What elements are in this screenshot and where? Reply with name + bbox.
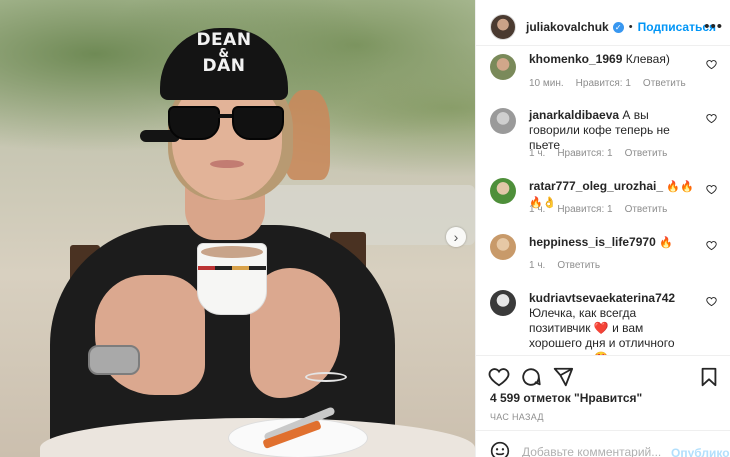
ellipsis-icon[interactable]: ••• [704, 18, 723, 35]
comment-likes[interactable]: Нравится: 1 [576, 78, 631, 89]
bookmark-icon[interactable] [698, 366, 720, 388]
comment-username[interactable]: heppiness_is_life7970 [529, 235, 656, 249]
comment-time: 1 ч. [529, 148, 546, 159]
heart-icon[interactable] [706, 184, 717, 195]
heart-icon[interactable] [706, 240, 717, 251]
comment-username[interactable]: janarkaldibaeva [529, 108, 619, 122]
comment-content: Клевая) [625, 52, 670, 66]
comment-username[interactable]: khomenko_1969 [529, 52, 622, 66]
comment-avatar[interactable] [490, 54, 516, 80]
lens-left [168, 106, 220, 140]
comments-list[interactable]: khomenko_1969 Клевая) 10 мин. Нравится: 1… [476, 45, 730, 355]
hand-left [95, 275, 205, 395]
cap-text: DEAN & DAN [172, 32, 276, 76]
heart-icon[interactable] [706, 113, 717, 124]
comment-input[interactable] [522, 445, 662, 457]
comment-likes[interactable]: Нравится: 1 [557, 204, 612, 215]
separator: • [628, 21, 633, 33]
share-icon[interactable] [552, 366, 574, 388]
username[interactable]: juliakovalchuk [526, 20, 609, 34]
wrist-watch [88, 345, 140, 375]
comment-avatar[interactable] [490, 178, 516, 204]
add-comment-bar: Опубликовать [476, 430, 730, 457]
comment-time: 10 мин. [529, 78, 564, 89]
bracelet [305, 372, 347, 382]
comment-avatar[interactable] [490, 108, 516, 134]
coffee-foam [201, 246, 263, 258]
post-actions [476, 355, 730, 395]
publish-button[interactable]: Опубликовать [671, 446, 730, 457]
comment-text: khomenko_1969 Клевая) [529, 52, 699, 67]
comment-content: Юлечка, как всегда позитивчик ❤️ и вам х… [529, 306, 675, 355]
avatar[interactable] [490, 14, 516, 40]
cup-band [198, 266, 266, 270]
comment-reply-button[interactable]: Ответить [625, 204, 668, 215]
comment-content: 🔥 [659, 237, 673, 249]
comment-reply-button[interactable]: Ответить [557, 260, 600, 271]
chevron-right-icon[interactable]: › [446, 227, 466, 247]
post-sidebar: juliakovalchuk ✓ • Подписаться ••• khome… [475, 0, 730, 457]
comment-time: 1 ч. [529, 204, 546, 215]
comment-reply-button[interactable]: Ответить [625, 148, 668, 159]
coffee-cup [197, 243, 267, 315]
lens-right [232, 106, 284, 140]
heart-icon[interactable] [706, 59, 717, 70]
comment-text: heppiness_is_life7970 🔥 [529, 235, 699, 251]
lips [210, 160, 244, 168]
comment-icon[interactable] [520, 366, 542, 388]
comment-meta: 1 ч. Нравится: 1 Ответить [529, 148, 679, 159]
comment-text: janarkaldibaeva А вы говорили кофе тепер… [529, 108, 699, 153]
comment-avatar[interactable] [490, 234, 516, 260]
comment-time: 1 ч. [529, 260, 546, 271]
post-photo[interactable]: DEAN & DAN › [0, 0, 475, 457]
heart-icon[interactable] [706, 296, 717, 307]
comment-meta: 10 мин. Нравится: 1 Ответить [529, 78, 698, 89]
comment-text: kudriavtsevaekaterina742 Юлечка, как все… [529, 291, 699, 355]
sunglasses [168, 106, 286, 142]
comment-meta: 1 ч. Нравится: 1 Ответить [529, 204, 679, 215]
comment-username[interactable]: ratar777_oleg_urozhai_ [529, 179, 663, 193]
comment-likes[interactable]: Нравится: 1 [557, 148, 612, 159]
comment-username[interactable]: kudriavtsevaekaterina742 [529, 291, 675, 305]
comment-avatar[interactable] [490, 290, 516, 316]
cap-text-line3: DAN [202, 56, 246, 76]
comment-reply-button[interactable]: Ответить [643, 78, 686, 89]
smiley-icon[interactable] [490, 441, 510, 457]
comment-meta: 1 ч. Ответить [529, 260, 612, 271]
heart-icon[interactable] [488, 366, 510, 388]
likes-count[interactable]: 4 599 отметок "Нравится" [490, 391, 642, 405]
verified-badge-icon: ✓ [612, 21, 624, 33]
post-time: ЧАС НАЗАД [490, 412, 544, 422]
